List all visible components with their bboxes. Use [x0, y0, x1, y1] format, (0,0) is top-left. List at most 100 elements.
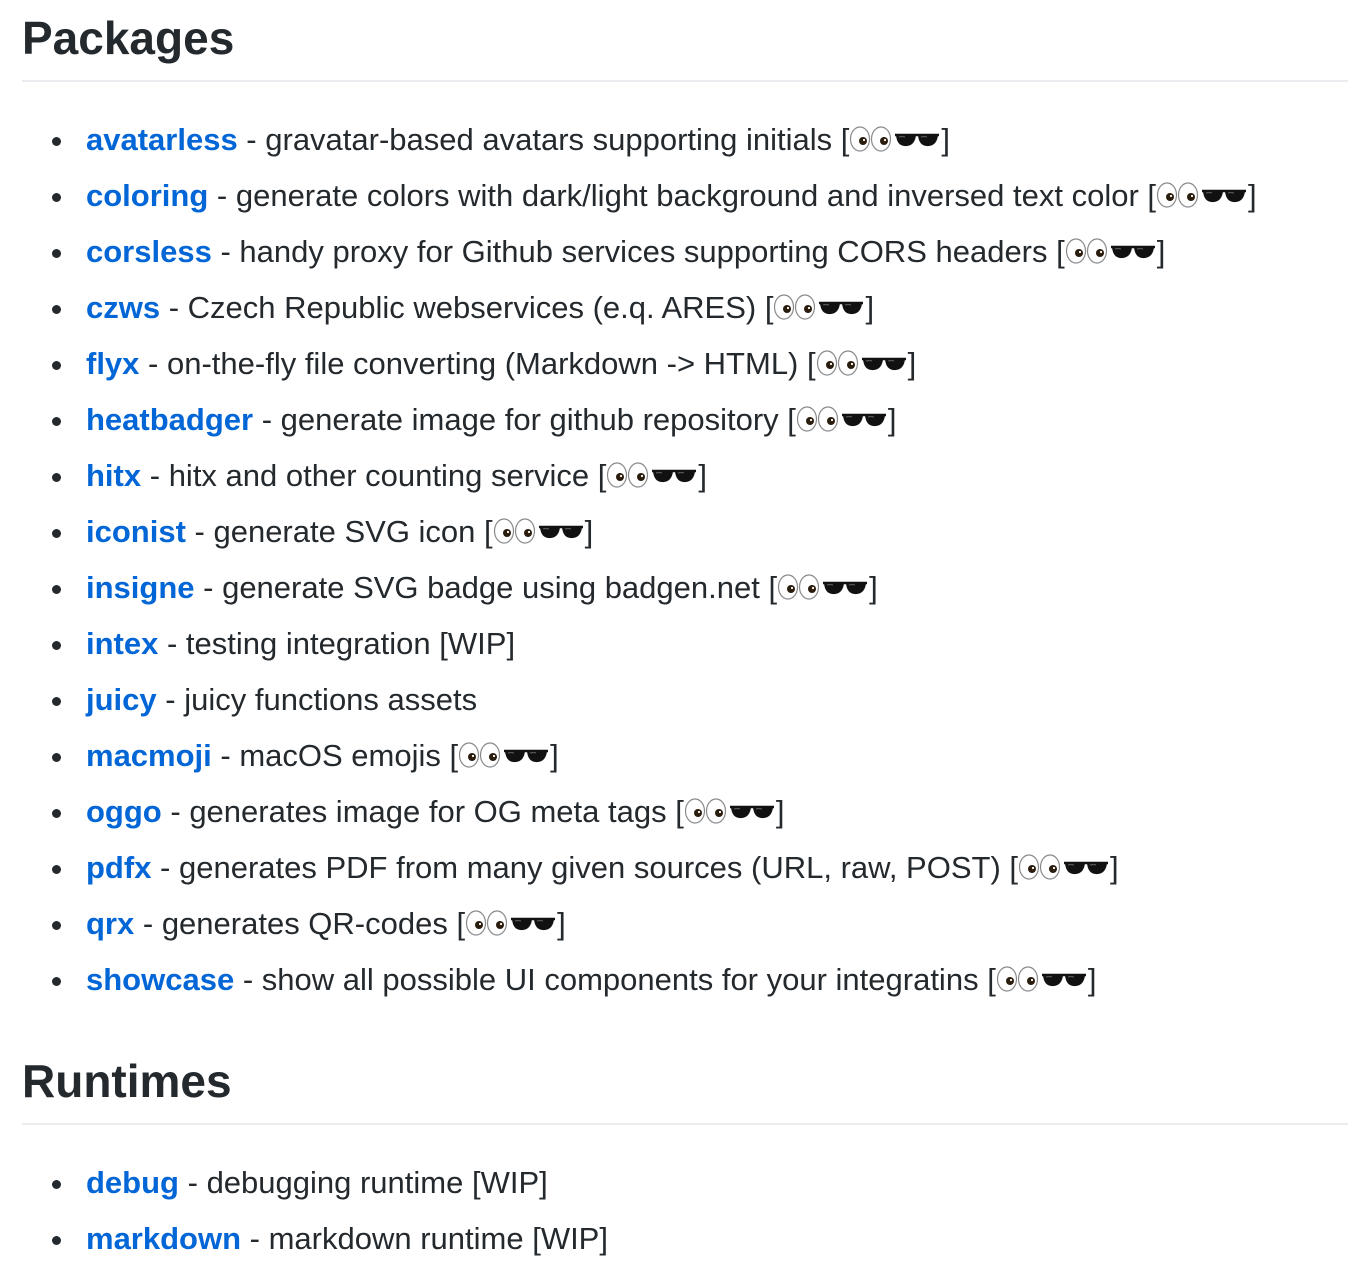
status-badge: []	[589, 458, 708, 493]
link-markdown[interactable]: markdown	[86, 1221, 241, 1256]
eyes-sunglasses-icon	[796, 405, 888, 433]
list-item-iconist: iconist - generate SVG icon []	[22, 504, 1348, 560]
bullet-icon	[52, 1180, 61, 1189]
eyes-sunglasses-icon	[684, 797, 776, 825]
list-item-markdown: markdown - markdown runtime [WIP]	[22, 1211, 1348, 1267]
bullet-icon	[52, 865, 61, 874]
item-description: juicy functions assets	[184, 682, 478, 717]
status-badge: []	[447, 906, 566, 941]
bullet-icon	[52, 697, 61, 706]
eyes-sunglasses-icon	[777, 573, 869, 601]
packages-heading: Packages	[22, 10, 1348, 82]
eyes-sunglasses-icon	[1018, 853, 1110, 881]
item-description: debugging runtime	[206, 1165, 464, 1200]
list-item-debug: debug - debugging runtime [WIP]	[22, 1155, 1348, 1211]
status-badge: []	[756, 290, 875, 325]
item-description: generate SVG badge using badgen.net	[222, 570, 760, 605]
list-item-oggo: oggo - generates image for OG meta tags …	[22, 784, 1348, 840]
bullet-icon	[52, 753, 61, 762]
item-description: hitx and other counting service	[168, 458, 590, 493]
item-description: generate image for github repository	[280, 402, 779, 437]
link-showcase[interactable]: showcase	[86, 962, 234, 997]
bullet-icon	[52, 249, 61, 258]
packages-section: Packages avatarless - gravatar-based ava…	[22, 10, 1348, 1008]
status-text: WIP	[540, 1221, 600, 1256]
link-czws[interactable]: czws	[86, 290, 160, 325]
list-item-coloring: coloring - generate colors with dark/lig…	[22, 168, 1348, 224]
readme-page: Packages avatarless - gravatar-based ava…	[0, 0, 1348, 1282]
item-description: markdown runtime	[268, 1221, 524, 1256]
eyes-sunglasses-icon	[1065, 237, 1157, 265]
list-item-corsless: corsless - handy proxy for Github servic…	[22, 224, 1348, 280]
link-flyx[interactable]: flyx	[86, 346, 139, 381]
eyes-sunglasses-icon	[773, 293, 865, 321]
runtimes-list: debug - debugging runtime [WIP] markdown …	[22, 1155, 1348, 1267]
link-debug[interactable]: debug	[86, 1165, 179, 1200]
link-corsless[interactable]: corsless	[86, 234, 212, 269]
item-description: on-the-fly file converting (Markdown -> …	[166, 346, 799, 381]
bullet-icon	[52, 529, 61, 538]
packages-list: avatarless - gravatar-based avatars supp…	[22, 112, 1348, 1008]
item-description: handy proxy for Github services supporti…	[239, 234, 1048, 269]
eyes-sunglasses-icon	[816, 349, 908, 377]
eyes-sunglasses-icon	[465, 909, 557, 937]
link-intex[interactable]: intex	[86, 626, 158, 661]
item-description: generate colors with dark/light backgrou…	[235, 178, 1139, 213]
bullet-icon	[52, 193, 61, 202]
bullet-icon	[52, 1236, 61, 1245]
bullet-icon	[52, 361, 61, 370]
link-qrx[interactable]: qrx	[86, 906, 134, 941]
status-badge: []	[1047, 234, 1166, 269]
item-description: gravatar-based avatars supporting initia…	[265, 122, 833, 157]
item-description: Czech Republic webservices (e.q. ARES)	[187, 290, 757, 325]
link-coloring[interactable]: coloring	[86, 178, 208, 213]
status-badge: []	[759, 570, 878, 605]
list-item-showcase: showcase - show all possible UI componen…	[22, 952, 1348, 1008]
list-item-flyx: flyx - on-the-fly file converting (Markd…	[22, 336, 1348, 392]
item-description: testing integration	[185, 626, 431, 661]
item-description: show all possible UI components for your…	[261, 962, 979, 997]
link-pdfx[interactable]: pdfx	[86, 850, 151, 885]
status-badge: []	[832, 122, 951, 157]
eyes-sunglasses-icon	[849, 125, 941, 153]
link-iconist[interactable]: iconist	[86, 514, 186, 549]
link-hitx[interactable]: hitx	[86, 458, 141, 493]
runtimes-heading: Runtimes	[22, 1053, 1348, 1125]
list-item-heatbadger: heatbadger - generate image for github r…	[22, 392, 1348, 448]
eyes-sunglasses-icon	[493, 517, 585, 545]
item-description: generates PDF from many given sources (U…	[179, 850, 1001, 885]
status-text: WIP	[480, 1165, 540, 1200]
list-item-hitx: hitx - hitx and other counting service […	[22, 448, 1348, 504]
link-oggo[interactable]: oggo	[86, 794, 162, 829]
bullet-icon	[52, 305, 61, 314]
bullet-icon	[52, 137, 61, 146]
bullet-icon	[52, 921, 61, 930]
status-badge: []	[1138, 178, 1257, 213]
status-badge: []	[778, 402, 897, 437]
status-badge: [WIP]	[463, 1165, 548, 1200]
list-item-juicy: juicy - juicy functions assets	[22, 672, 1348, 728]
eyes-sunglasses-icon	[606, 461, 698, 489]
status-badge: []	[1000, 850, 1119, 885]
bullet-icon	[52, 809, 61, 818]
link-insigne[interactable]: insigne	[86, 570, 195, 605]
link-avatarless[interactable]: avatarless	[86, 122, 238, 157]
runtimes-section: Runtimes debug - debugging runtime [WIP]…	[22, 1053, 1348, 1267]
list-item-pdfx: pdfx - generates PDF from many given sou…	[22, 840, 1348, 896]
item-description: generate SVG icon	[213, 514, 476, 549]
bullet-icon	[52, 641, 61, 650]
list-item-czws: czws - Czech Republic webservices (e.q. …	[22, 280, 1348, 336]
link-juicy[interactable]: juicy	[86, 682, 157, 717]
link-heatbadger[interactable]: heatbadger	[86, 402, 253, 437]
status-text: WIP	[447, 626, 507, 661]
status-badge: []	[798, 346, 917, 381]
bullet-icon	[52, 977, 61, 986]
link-macmoji[interactable]: macmoji	[86, 738, 212, 773]
list-item-qrx: qrx - generates QR-codes []	[22, 896, 1348, 952]
status-badge: []	[666, 794, 785, 829]
item-description: generates image for OG meta tags	[189, 794, 667, 829]
item-description: macOS emojis	[239, 738, 441, 773]
bullet-icon	[52, 585, 61, 594]
eyes-sunglasses-icon	[996, 965, 1088, 993]
status-badge: [WIP]	[523, 1221, 608, 1256]
